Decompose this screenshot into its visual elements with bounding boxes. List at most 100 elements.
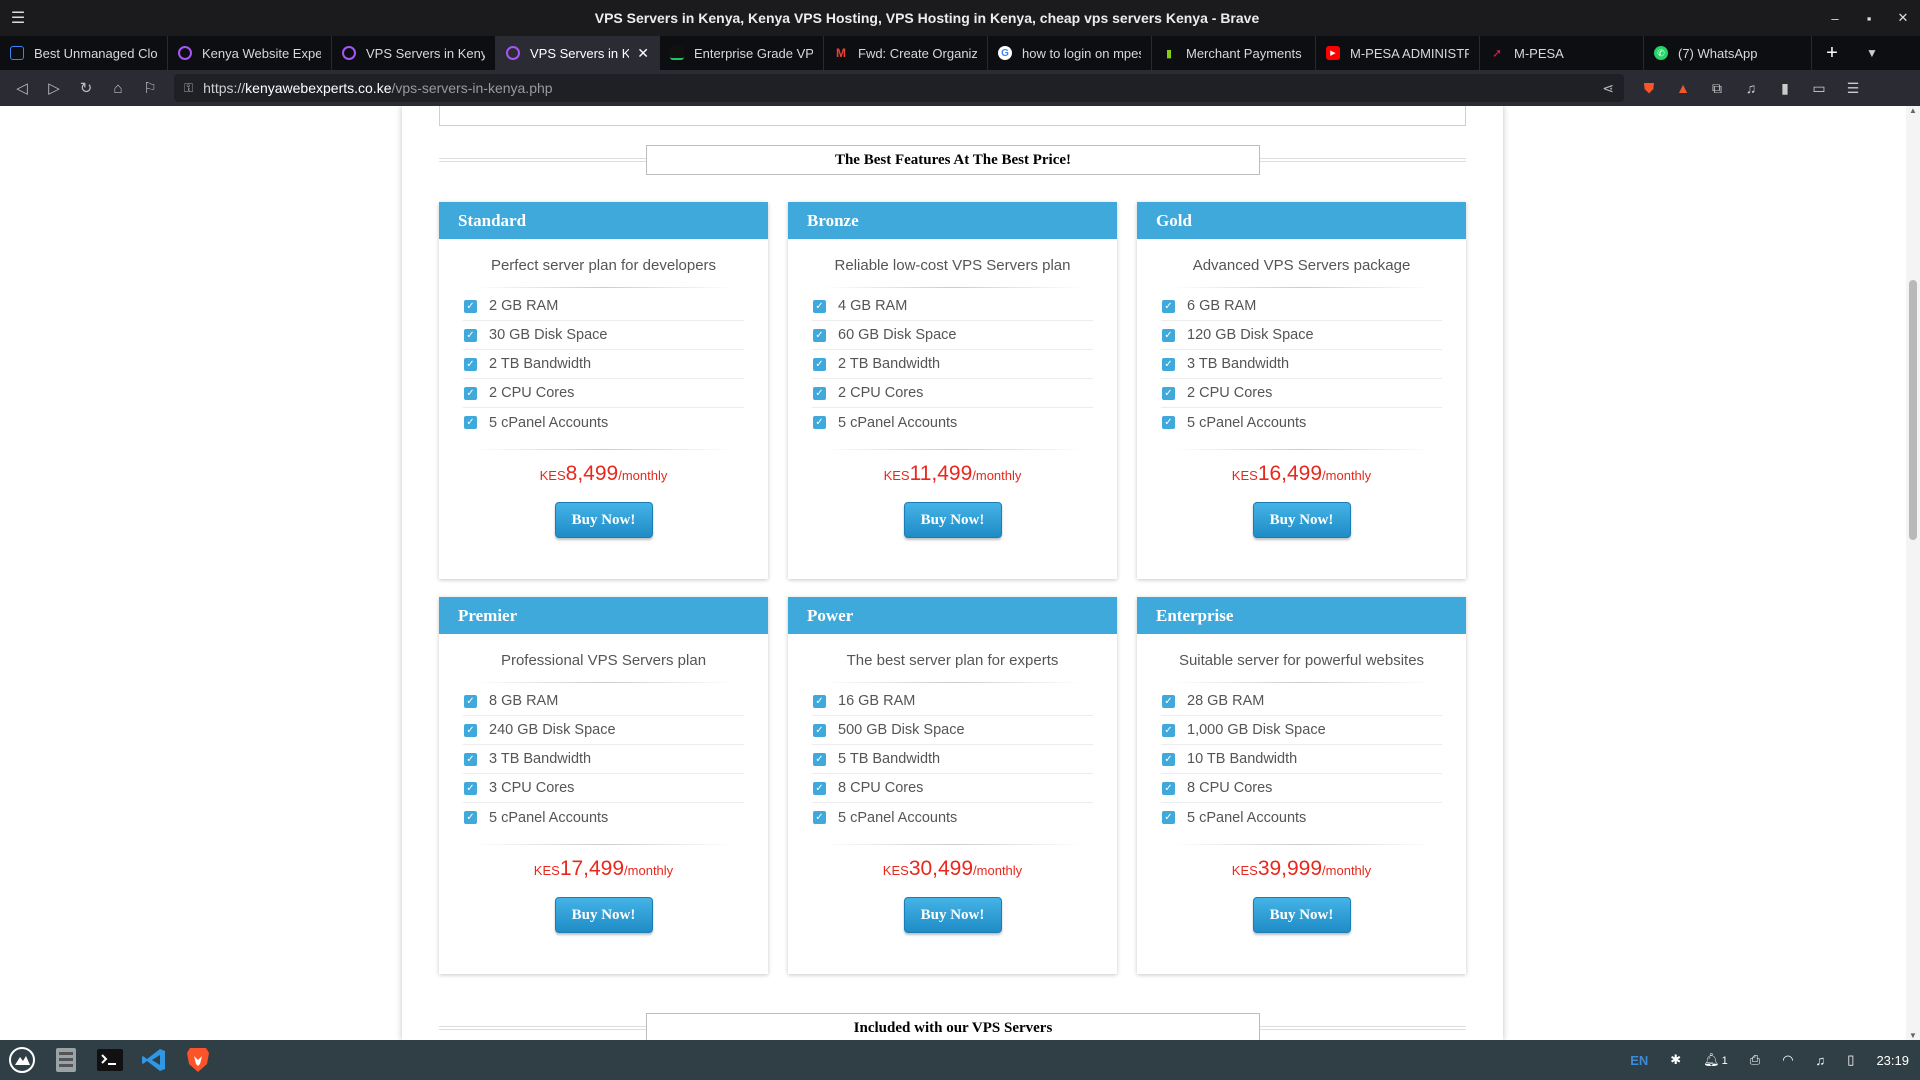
scroll-up-icon[interactable]: ▲ <box>1906 106 1920 115</box>
tab-9[interactable]: ➚ M-PESA <box>1480 36 1644 70</box>
tab-5[interactable]: MFwd: Create Organizati <box>824 36 988 70</box>
wifi-icon[interactable]: ◠ <box>1771 1052 1804 1068</box>
tab-favicon-icon <box>670 46 684 60</box>
plan-feature: ✓ 2 CPU Cores <box>812 379 1093 408</box>
plan-feature-label: 8 GB RAM <box>489 693 559 709</box>
plan-feature: ✓ 5 cPanel Accounts <box>463 803 744 832</box>
checkbox-checked-icon: ✓ <box>464 811 477 824</box>
printer-icon[interactable]: ⎙ <box>1739 1052 1771 1068</box>
bar-chart-icon: ▮ <box>1165 47 1173 60</box>
terminal-icon[interactable] <box>88 1040 132 1080</box>
checkbox-checked-icon: ✓ <box>1162 328 1175 342</box>
close-window-icon[interactable]: ✕ <box>1886 10 1920 26</box>
plan-feature: ✓ 8 GB RAM <box>463 687 744 716</box>
plan-feature: ✓ 3 TB Bandwidth <box>1161 350 1442 379</box>
plan-name: Enterprise <box>1137 597 1466 634</box>
plan-feature: ✓ 2 GB RAM <box>463 292 744 321</box>
page-scrollbar[interactable]: ▲ ▼ <box>1906 106 1920 1040</box>
price-currency: KES <box>1231 468 1258 483</box>
tab-8[interactable]: ▶M-PESA ADMINISTRAT <box>1316 36 1480 70</box>
site-info-icon[interactable]: ⚿ <box>184 81 193 96</box>
back-icon[interactable]: ◁ <box>6 79 38 97</box>
sidebar-icon[interactable]: ▮ <box>1768 80 1802 97</box>
tab-0[interactable]: Best Unmanaged Clou <box>0 36 168 70</box>
file-manager-icon[interactable] <box>44 1040 88 1080</box>
window-titlebar: ☰ VPS Servers in Kenya, Kenya VPS Hostin… <box>0 0 1920 36</box>
share-icon[interactable]: ⋖ <box>1602 80 1614 97</box>
plan-name: Premier <box>439 597 768 634</box>
forward-icon[interactable]: ▷ <box>38 79 70 97</box>
notifications-icon[interactable]: 🔔︎ 1 <box>1692 1052 1739 1068</box>
bluetooth-icon[interactable]: ✱ <box>1659 1052 1692 1068</box>
plan-description: Advanced VPS Servers package <box>1192 257 1411 274</box>
buy-now-button[interactable]: Buy Now! <box>903 897 1002 933</box>
plan-feature: ✓ 2 CPU Cores <box>1161 379 1442 408</box>
browser-menu-icon[interactable]: ☰ <box>1836 80 1870 97</box>
scrollbar-thumb[interactable] <box>1909 280 1917 540</box>
buy-now-button[interactable]: Buy Now! <box>1252 502 1351 538</box>
reload-icon[interactable]: ↻ <box>70 79 102 97</box>
plan-card: Standard Perfect server plan for develop… <box>439 202 768 579</box>
plan-feature-label: 8 CPU Cores <box>838 780 924 796</box>
checkbox-checked-icon: ✓ <box>813 723 826 737</box>
brave-rewards-icon[interactable]: ▲ <box>1666 80 1700 96</box>
media-player-icon[interactable]: ♫ <box>1805 1053 1837 1068</box>
checkbox-checked-icon: ✓ <box>813 416 826 429</box>
tab-4[interactable]: Enterprise Grade VPS <box>660 36 824 70</box>
checkbox-checked-icon: ✓ <box>464 299 477 313</box>
tab-2[interactable]: VPS Servers in Kenya, K <box>332 36 496 70</box>
bookmark-icon[interactable]: ⚐ <box>134 79 166 97</box>
plan-feature-list: ✓ 4 GB RAM ✓ 60 GB Disk Space ✓ 2 TB Ban… <box>812 292 1093 437</box>
buy-now-button[interactable]: Buy Now! <box>1252 897 1351 933</box>
clock[interactable]: 23:19 <box>1865 1053 1920 1068</box>
media-icon[interactable]: ♫ <box>1734 80 1768 96</box>
vscode-icon[interactable] <box>132 1040 176 1080</box>
tab-3-active[interactable]: VPS Servers in Ken✕ <box>496 36 660 70</box>
whatsapp-icon: ✆ <box>1654 46 1668 60</box>
buy-now-button[interactable]: Buy Now! <box>903 502 1002 538</box>
new-tab-icon[interactable]: + <box>1812 42 1852 65</box>
tab-favicon-icon <box>506 46 520 60</box>
plan-feature-list: ✓ 8 GB RAM ✓ 240 GB Disk Space ✓ 3 TB Ba… <box>463 687 744 832</box>
tab-7[interactable]: ▮ Merchant Payments P <box>1152 36 1316 70</box>
divider <box>473 844 734 845</box>
tab-10[interactable]: ✆ (7) WhatsApp <box>1644 36 1812 70</box>
checkbox-checked-icon: ✓ <box>1162 386 1175 400</box>
extensions-icon[interactable]: ⧉ <box>1700 80 1734 97</box>
page-container: The Best Features At The Best Price! Sta… <box>402 106 1503 1040</box>
tab-1[interactable]: Kenya Website Experts <box>168 36 332 70</box>
plan-feature-label: 5 cPanel Accounts <box>838 809 958 826</box>
price-period: /monthly <box>972 468 1022 483</box>
checkbox-checked-icon: ✓ <box>813 694 826 708</box>
tab-6[interactable]: Ghow to login on mpesa <box>988 36 1152 70</box>
tab-list-chevron-icon[interactable]: ▼ <box>1852 46 1892 60</box>
brave-shields-icon[interactable]: ⛊ <box>1632 80 1666 97</box>
plan-card: Premier Professional VPS Servers plan ✓ … <box>439 597 768 974</box>
price-period: /monthly <box>618 468 668 483</box>
minimize-icon[interactable]: – <box>1818 11 1852 26</box>
plan-feature-label: 6 GB RAM <box>1187 298 1257 314</box>
address-bar[interactable]: ⚿ https://kenyawebexperts.co.ke/vps-serv… <box>174 74 1624 102</box>
plan-card: Power The best server plan for experts ✓… <box>788 597 1117 974</box>
wallet-icon[interactable]: ▭ <box>1802 80 1836 97</box>
keyboard-layout[interactable]: EN <box>1619 1053 1659 1068</box>
divider <box>473 287 734 288</box>
plan-feature: ✓ 2 CPU Cores <box>463 379 744 408</box>
maximize-icon[interactable]: ▪ <box>1852 11 1886 26</box>
buy-now-button[interactable]: Buy Now! <box>554 502 653 538</box>
scroll-down-icon[interactable]: ▼ <box>1906 1031 1920 1040</box>
plan-feature-label: 5 cPanel Accounts <box>1187 414 1307 431</box>
plan-card: Bronze Reliable low-cost VPS Servers pla… <box>788 202 1117 579</box>
plan-feature: ✓ 30 GB Disk Space <box>463 321 744 350</box>
window-menu-icon[interactable]: ☰ <box>0 8 36 28</box>
home-icon[interactable]: ⌂ <box>102 80 134 97</box>
plan-feature-list: ✓ 16 GB RAM ✓ 500 GB Disk Space ✓ 5 TB B… <box>812 687 1093 832</box>
plan-feature: ✓ 5 cPanel Accounts <box>1161 408 1442 437</box>
notification-count: 1 <box>1721 1055 1728 1067</box>
tab-close-icon[interactable]: ✕ <box>637 45 649 62</box>
brave-browser-icon[interactable] <box>176 1040 220 1080</box>
buy-now-button[interactable]: Buy Now! <box>554 897 653 933</box>
app-launcher-icon[interactable] <box>0 1040 44 1080</box>
battery-icon[interactable]: ▯ <box>1836 1052 1865 1068</box>
plan-feature: ✓ 3 CPU Cores <box>463 774 744 803</box>
